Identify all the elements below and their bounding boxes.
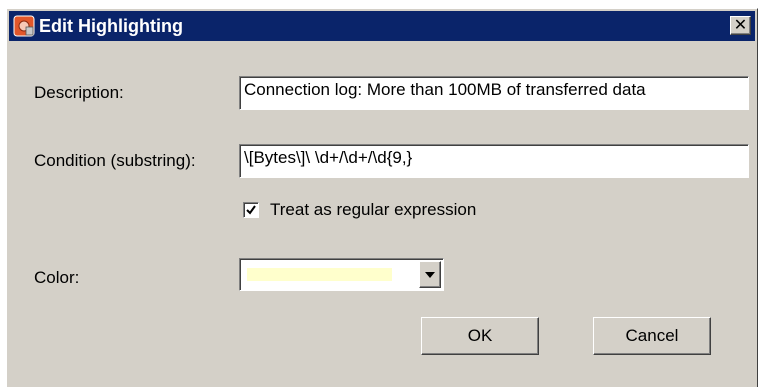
- regex-checkbox[interactable]: [243, 202, 259, 218]
- title-bar[interactable]: Edit Highlighting ✕: [9, 11, 755, 41]
- cancel-button[interactable]: Cancel: [593, 317, 711, 355]
- color-label: Color:: [34, 268, 80, 287]
- condition-label: Condition (substring):: [34, 151, 196, 170]
- regex-label[interactable]: Treat as regular expression: [270, 200, 476, 220]
- condition-field[interactable]: \[Bytes\]\ \d+/\d+/\d{9,}: [239, 144, 749, 178]
- color-swatch: [247, 268, 392, 281]
- description-field[interactable]: Connection log: More than 100MB of trans…: [239, 76, 749, 110]
- check-icon: [246, 205, 256, 215]
- color-dropdown[interactable]: [239, 258, 444, 291]
- ok-button[interactable]: OK: [421, 317, 539, 355]
- edit-highlighting-dialog: Edit Highlighting ✕ Description: Connect…: [6, 8, 758, 387]
- description-label: Description:: [34, 83, 124, 102]
- close-icon: ✕: [733, 16, 748, 34]
- window-title: Edit Highlighting: [39, 15, 183, 36]
- chevron-down-icon[interactable]: [419, 261, 441, 288]
- highlight-app-icon: [13, 15, 35, 37]
- close-button[interactable]: ✕: [730, 16, 751, 35]
